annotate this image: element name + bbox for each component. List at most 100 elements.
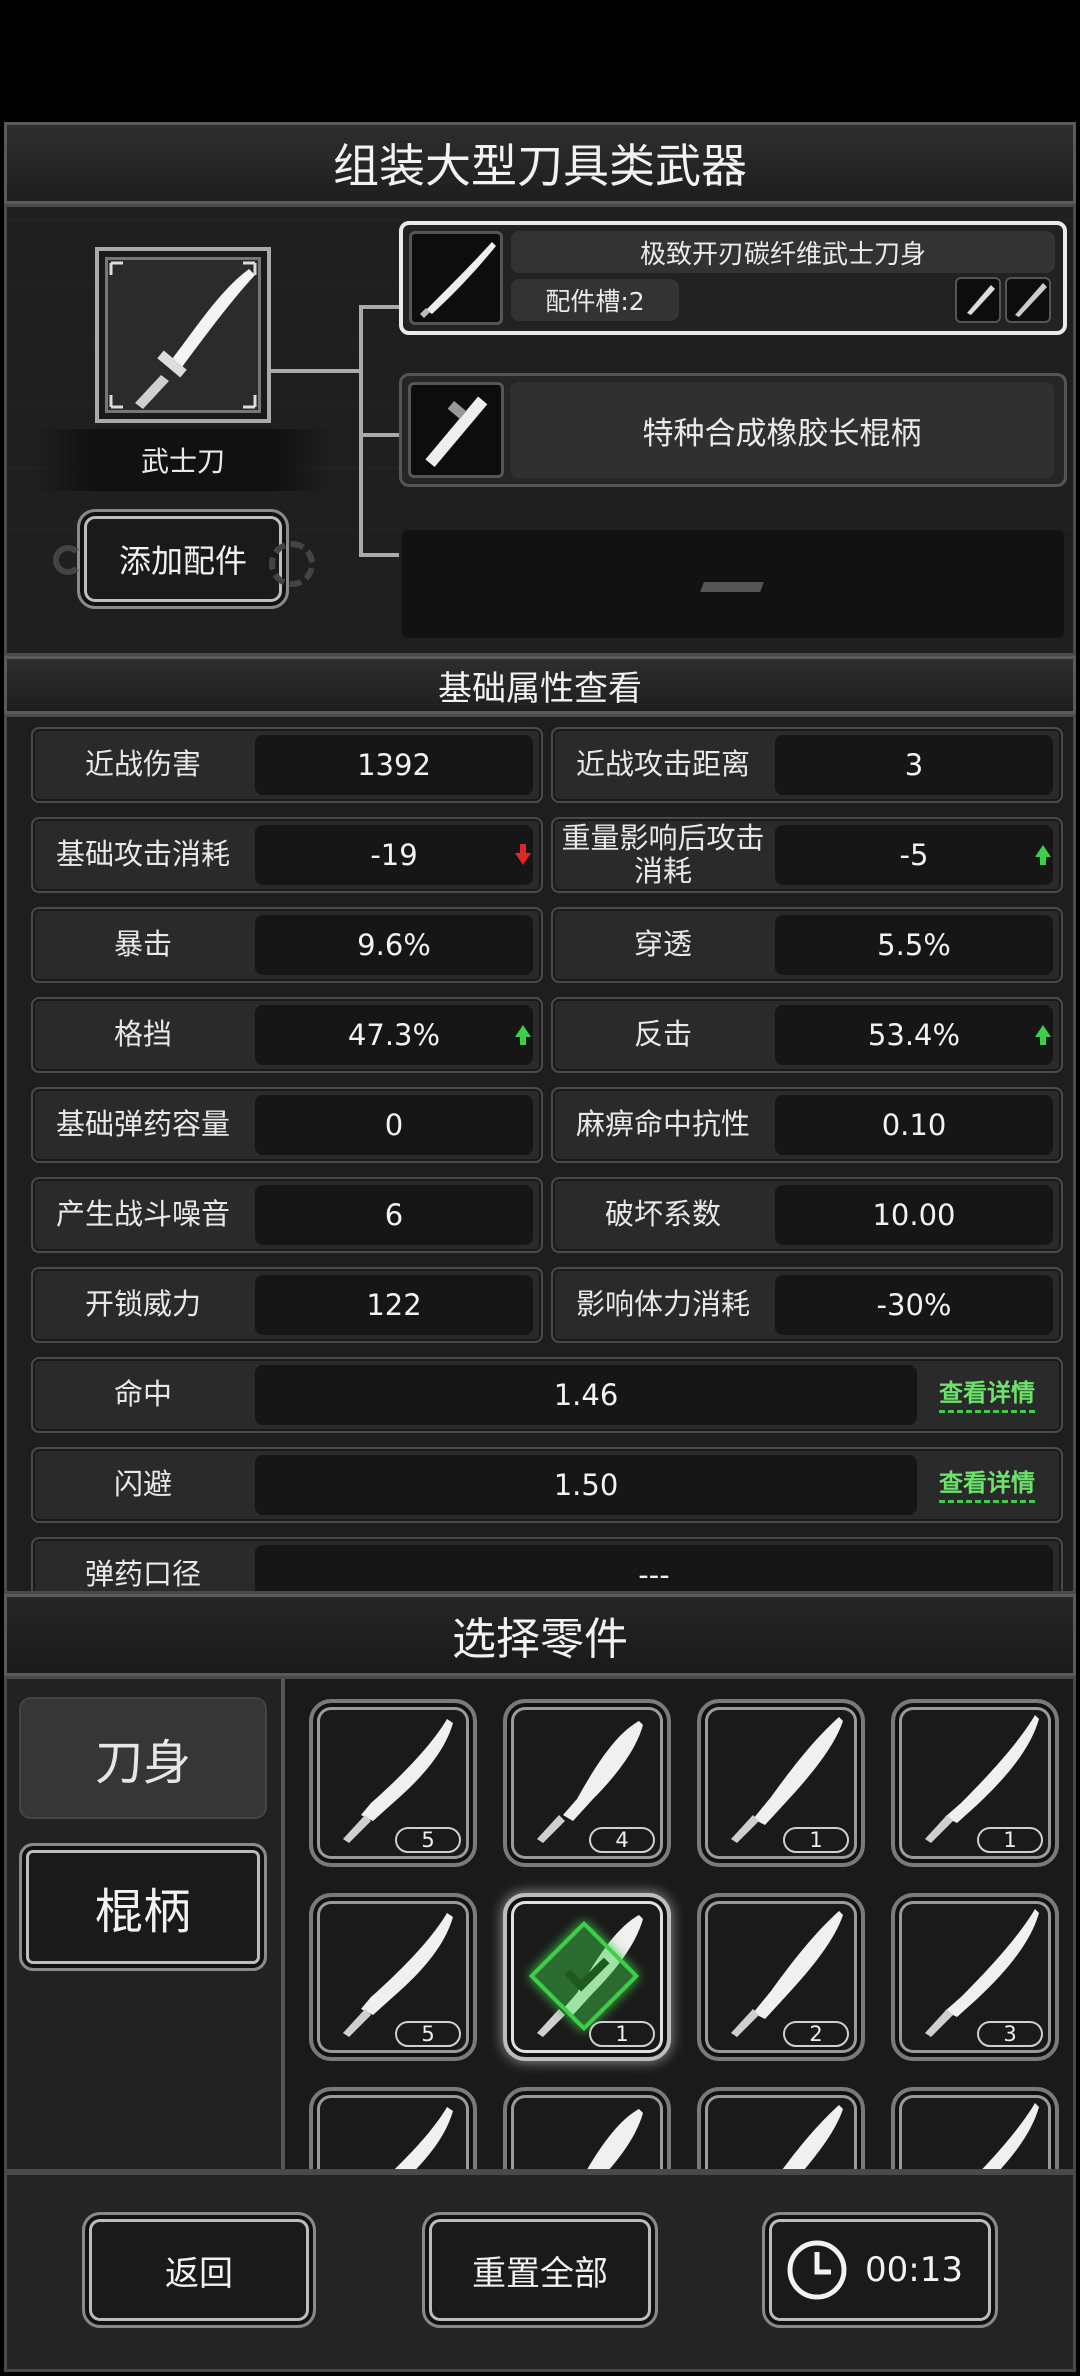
slot-blade[interactable]: 极致开刃碳纤维武士刀身 配件槽:2 (399, 221, 1067, 335)
stat-card: 反击 53.4% (551, 997, 1063, 1073)
stat-label: 产生战斗噪音 (55, 1197, 230, 1232)
checkmark-icon (564, 1946, 610, 1992)
slot-empty[interactable] (399, 527, 1067, 641)
part-tile[interactable]: 1 (697, 1699, 865, 1867)
stats-section-title: 基础属性查看 (438, 668, 642, 709)
slot-blade-thumbnail (409, 231, 503, 325)
stat-value: -30% (775, 1275, 1053, 1335)
stat-card: 暴击 9.6% (31, 907, 543, 983)
connector-line (269, 369, 361, 373)
part-tile[interactable] (309, 2087, 477, 2169)
slot-handle-thumbnail (408, 382, 504, 478)
blade-part-icon (982, 2103, 1039, 2169)
stat-label: 基础攻击消耗 (55, 837, 230, 872)
part-tile[interactable]: 5 (309, 1699, 477, 1867)
stat-card: 穿透 5.5% (551, 907, 1063, 983)
tab-blade[interactable]: 刀身 (19, 1697, 267, 1819)
slot-handle-name-box: 特种合成橡胶长棍柄 (510, 382, 1054, 478)
stat-label: 近战伤害 (84, 747, 201, 782)
arrow-up-icon (1035, 1025, 1051, 1045)
assembly-panel: 武士刀 添加配件 极致开刃碳纤维武士刀身 配件槽:2 特种合成橡胶长棍柄 (4, 204, 1076, 656)
slot-handle-name: 特种合成橡胶长棍柄 (642, 415, 922, 452)
stat-label: 近战攻击距离 (575, 747, 750, 782)
weapon-name: 武士刀 (140, 445, 225, 478)
weapon-portrait[interactable] (95, 247, 271, 423)
connector-line (359, 305, 363, 557)
part-count-badge: 1 (589, 2021, 655, 2047)
stat-card-wide: 闪避 1.50 查看详情 (31, 1447, 1063, 1523)
stat-label: 重量影响后攻击消耗 (561, 820, 765, 888)
view-details-link[interactable]: 查看详情 (939, 1373, 1035, 1413)
stat-value: -19 (255, 825, 533, 885)
part-tile[interactable]: 3 (891, 1893, 1059, 2061)
timer-button[interactable]: 00:13 (762, 2212, 998, 2328)
stats-panel: 近战伤害 1392 近战攻击距离 3 基础攻击消耗 -19 重量影响后攻击消耗 -5 暴击 9.6… (4, 714, 1076, 1594)
stat-label: 命中 (113, 1377, 172, 1412)
blade-part-icon (782, 2105, 843, 2169)
add-parts-button[interactable]: 添加配件 (77, 509, 289, 609)
part-tile[interactable]: 4 (503, 1699, 671, 1867)
clock-icon (787, 2240, 847, 2300)
stat-label: 基础弹药容量 (55, 1107, 230, 1142)
part-tile[interactable]: 5 (309, 1893, 477, 2061)
stat-card: 近战攻击距离 3 (551, 727, 1063, 803)
weapon-name-plate: 武士刀 (35, 429, 331, 491)
stat-card: 麻痹命中抗性 0.10 (551, 1087, 1063, 1163)
parts-section-title: 选择零件 (452, 1614, 628, 1665)
part-count-badge: 4 (589, 1827, 655, 1853)
part-tile[interactable] (503, 2087, 671, 2169)
stat-card: 破坏系数 10.00 (551, 1177, 1063, 1253)
stat-label: 开锁威力 (84, 1287, 201, 1322)
view-details-link[interactable]: 查看详情 (939, 1463, 1035, 1503)
stat-card: 开锁威力 122 (31, 1267, 543, 1343)
back-button-label: 返回 (165, 2253, 233, 2294)
gear-decoration-icon (269, 541, 315, 587)
blade-icon (420, 242, 496, 318)
slot-blade-subslot-box: 配件槽:2 (511, 279, 679, 321)
stat-value: -5 (775, 825, 1053, 885)
part-tile[interactable] (891, 2087, 1059, 2169)
stat-label: 闪避 (113, 1467, 172, 1502)
stat-value: --- (255, 1545, 1053, 1591)
blade-part-icon (394, 2107, 453, 2169)
part-count-badge: 5 (395, 2021, 461, 2047)
stat-value: 47.3% (255, 1005, 533, 1065)
handle-icon (425, 396, 488, 468)
blade-accessory-icon (1015, 283, 1047, 317)
part-tile[interactable]: 1 (891, 1699, 1059, 1867)
part-tile[interactable] (697, 2087, 865, 2169)
wrench-decoration-icon (53, 545, 83, 575)
accessory-slot-1[interactable] (955, 277, 1001, 323)
stat-label: 麻痹命中抗性 (575, 1107, 750, 1142)
katana-icon (109, 261, 257, 409)
pen-knife-icon (967, 285, 995, 315)
stat-card: 近战伤害 1392 (31, 727, 543, 803)
reset-all-button[interactable]: 重置全部 (422, 2212, 658, 2328)
part-tile[interactable]: 2 (697, 1893, 865, 2061)
stat-value: 3 (775, 735, 1053, 795)
stat-card: 格挡 47.3% (31, 997, 543, 1073)
slot-handle[interactable]: 特种合成橡胶长棍柄 (399, 373, 1067, 487)
stats-section-title-bar: 基础属性查看 (4, 656, 1076, 714)
arrow-up-icon (515, 1025, 531, 1045)
tab-handle[interactable]: 棍柄 (19, 1843, 267, 1971)
stat-value: 5.5% (775, 915, 1053, 975)
slot-blade-name: 极致开刃碳纤维武士刀身 (639, 239, 926, 270)
stat-card: 产生战斗噪音 6 (31, 1177, 543, 1253)
stat-card: 基础弹药容量 0 (31, 1087, 543, 1163)
stat-label: 影响体力消耗 (575, 1287, 750, 1322)
part-tile[interactable]: 1 (503, 1893, 671, 2061)
stat-value: 0 (255, 1095, 533, 1155)
arrow-up-icon (1035, 845, 1051, 865)
back-button[interactable]: 返回 (82, 2212, 316, 2328)
stat-value: 6 (255, 1185, 533, 1245)
stat-value: 1.50 (255, 1455, 917, 1515)
stat-value: 53.4% (775, 1005, 1053, 1065)
accessory-slot-2[interactable] (1005, 277, 1051, 323)
arrow-down-icon (515, 844, 531, 865)
stat-value: 9.6% (255, 915, 533, 975)
blade-part-icon (587, 2109, 643, 2169)
stat-card: 基础攻击消耗 -19 (31, 817, 543, 893)
stat-label: 暴击 (113, 927, 172, 962)
part-count-badge: 1 (783, 1827, 849, 1853)
